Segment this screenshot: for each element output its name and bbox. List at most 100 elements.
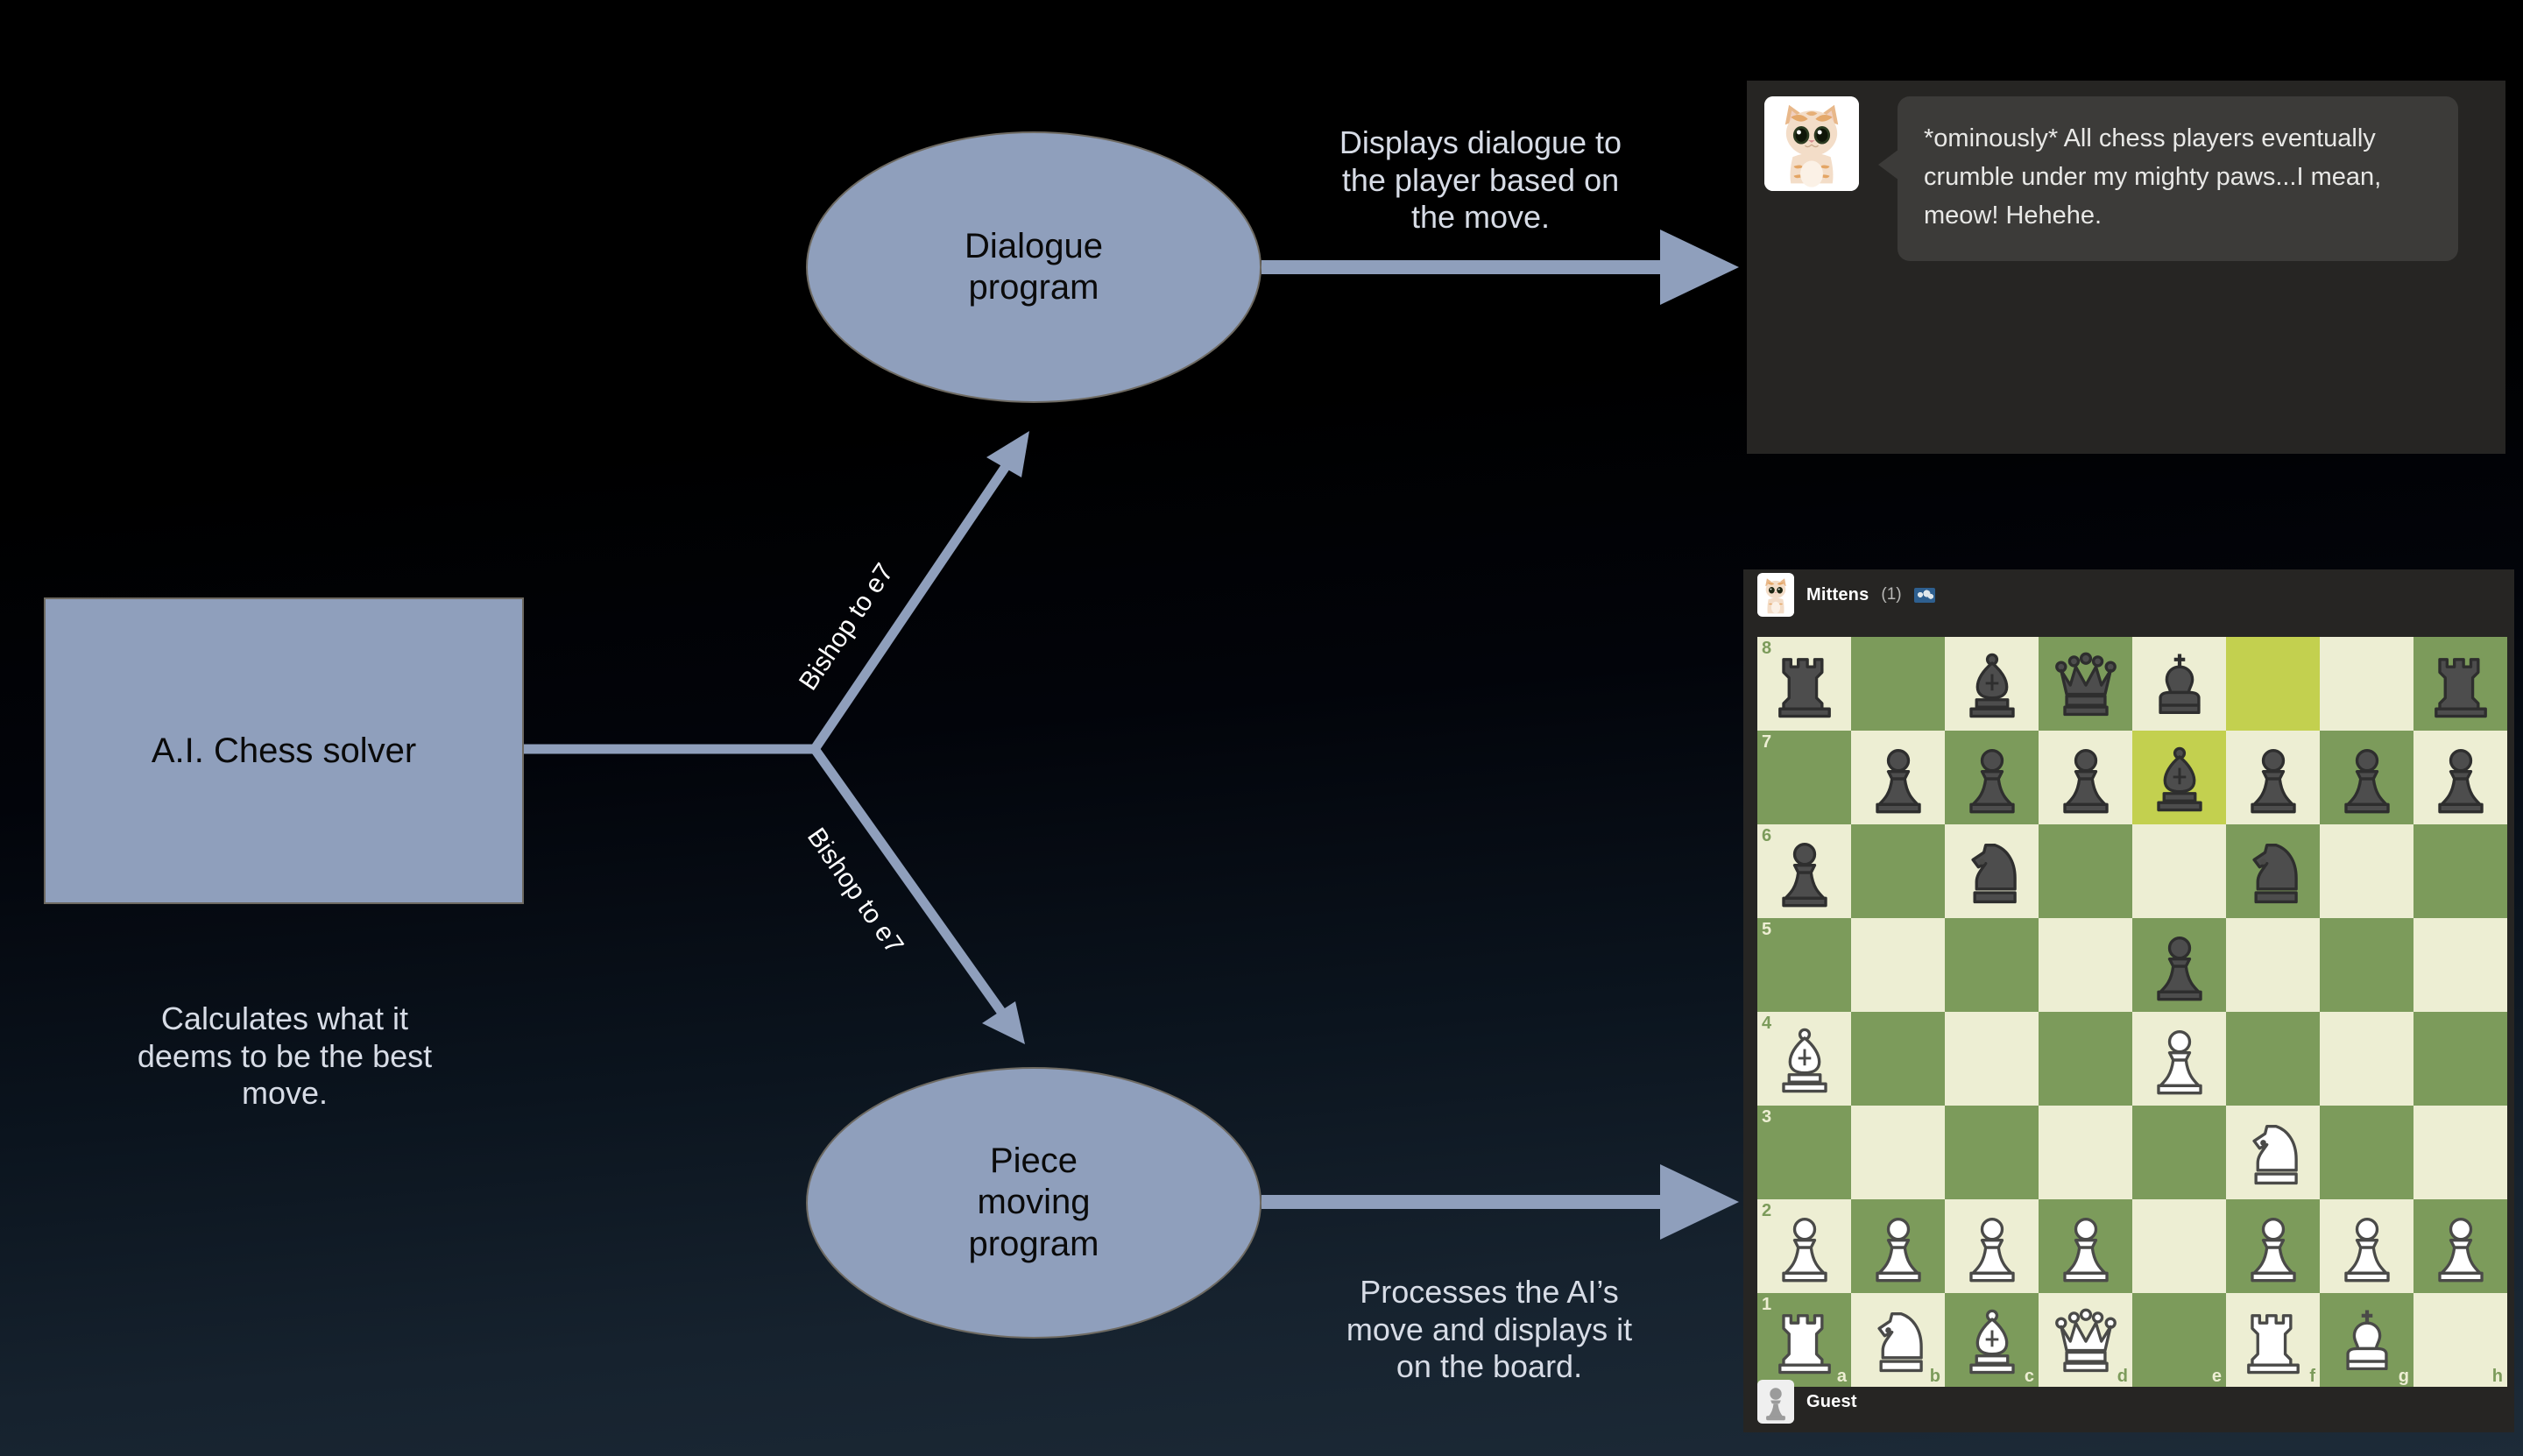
board-square-b7[interactable] (1851, 731, 1945, 824)
board-square-a4[interactable]: 4 (1757, 1012, 1851, 1106)
board-square-g2[interactable] (2320, 1199, 2413, 1293)
piece-br-h8[interactable] (2413, 637, 2507, 731)
board-square-a1[interactable]: 1a (1757, 1293, 1851, 1387)
piece-bp-e5[interactable] (2132, 918, 2226, 1012)
piece-wn-f3[interactable] (2226, 1106, 2320, 1199)
piece-wq-d1[interactable] (2039, 1293, 2132, 1387)
board-square-d7[interactable] (2039, 731, 2132, 824)
board-square-h5[interactable] (2413, 918, 2507, 1012)
board-square-d2[interactable] (2039, 1199, 2132, 1293)
node-piece-moving-program[interactable]: Piece moving program (806, 1067, 1262, 1339)
piece-wb-a4[interactable] (1757, 1012, 1851, 1106)
board-square-f2[interactable] (2226, 1199, 2320, 1293)
chess-board[interactable]: 87654321abcdefgh (1757, 637, 2507, 1387)
piece-bp-a6[interactable] (1757, 824, 1851, 918)
board-square-c3[interactable] (1945, 1106, 2039, 1199)
board-square-g5[interactable] (2320, 918, 2413, 1012)
node-dialogue-program[interactable]: Dialogue program (806, 131, 1262, 403)
board-square-e2[interactable] (2132, 1199, 2226, 1293)
piece-wp-c2[interactable] (1945, 1199, 2039, 1293)
board-square-e4[interactable] (2132, 1012, 2226, 1106)
board-square-e6[interactable] (2132, 824, 2226, 918)
board-square-c4[interactable] (1945, 1012, 2039, 1106)
bottom-player-name[interactable]: Guest (1806, 1392, 1857, 1412)
board-square-f6[interactable] (2226, 824, 2320, 918)
board-square-b8[interactable] (1851, 637, 1945, 731)
board-square-c5[interactable] (1945, 918, 2039, 1012)
board-square-b6[interactable] (1851, 824, 1945, 918)
piece-bn-c6[interactable] (1945, 824, 2039, 918)
board-square-d1[interactable]: d (2039, 1293, 2132, 1387)
piece-wp-b2[interactable] (1851, 1199, 1945, 1293)
board-square-d8[interactable] (2039, 637, 2132, 731)
piece-wk-g1[interactable] (2320, 1293, 2413, 1387)
piece-wp-a2[interactable] (1757, 1199, 1851, 1293)
piece-wp-f2[interactable] (2226, 1199, 2320, 1293)
board-square-h2[interactable] (2413, 1199, 2507, 1293)
board-square-d3[interactable] (2039, 1106, 2132, 1199)
piece-wr-f1[interactable] (2226, 1293, 2320, 1387)
piece-bn-f6[interactable] (2226, 824, 2320, 918)
piece-bp-d7[interactable] (2039, 731, 2132, 824)
board-square-e3[interactable] (2132, 1106, 2226, 1199)
board-square-e5[interactable] (2132, 918, 2226, 1012)
board-square-g3[interactable] (2320, 1106, 2413, 1199)
board-square-c8[interactable] (1945, 637, 2039, 731)
board-square-c7[interactable] (1945, 731, 2039, 824)
board-square-f7[interactable] (2226, 731, 2320, 824)
board-square-a3[interactable]: 3 (1757, 1106, 1851, 1199)
board-square-c6[interactable] (1945, 824, 2039, 918)
board-square-b4[interactable] (1851, 1012, 1945, 1106)
board-square-b2[interactable] (1851, 1199, 1945, 1293)
board-square-f1[interactable]: f (2226, 1293, 2320, 1387)
piece-bb-c8[interactable] (1945, 637, 2039, 731)
board-square-a7[interactable]: 7 (1757, 731, 1851, 824)
piece-bb-e7[interactable] (2132, 731, 2226, 824)
piece-wn-b1[interactable] (1851, 1293, 1945, 1387)
piece-bp-g7[interactable] (2320, 731, 2413, 824)
piece-bk-e8[interactable] (2132, 637, 2226, 731)
node-ai-chess-solver[interactable]: A.I. Chess solver (44, 597, 524, 904)
piece-wp-g2[interactable] (2320, 1199, 2413, 1293)
board-square-a6[interactable]: 6 (1757, 824, 1851, 918)
top-player-name[interactable]: Mittens (1806, 585, 1869, 605)
board-square-g1[interactable]: g (2320, 1293, 2413, 1387)
board-square-g6[interactable] (2320, 824, 2413, 918)
piece-wp-h2[interactable] (2413, 1199, 2507, 1293)
board-square-h8[interactable] (2413, 637, 2507, 731)
board-square-g7[interactable] (2320, 731, 2413, 824)
board-square-e1[interactable]: e (2132, 1293, 2226, 1387)
board-square-a8[interactable]: 8 (1757, 637, 1851, 731)
board-square-h7[interactable] (2413, 731, 2507, 824)
piece-bq-d8[interactable] (2039, 637, 2132, 731)
board-square-d5[interactable] (2039, 918, 2132, 1012)
board-square-f3[interactable] (2226, 1106, 2320, 1199)
board-square-b1[interactable]: b (1851, 1293, 1945, 1387)
piece-br-a8[interactable] (1757, 637, 1851, 731)
piece-bp-h7[interactable] (2413, 731, 2507, 824)
board-square-a2[interactable]: 2 (1757, 1199, 1851, 1293)
board-square-f4[interactable] (2226, 1012, 2320, 1106)
board-square-e8[interactable] (2132, 637, 2226, 731)
piece-wp-d2[interactable] (2039, 1199, 2132, 1293)
piece-wr-a1[interactable] (1757, 1293, 1851, 1387)
board-square-c2[interactable] (1945, 1199, 2039, 1293)
piece-wp-e4[interactable] (2132, 1012, 2226, 1106)
board-square-f5[interactable] (2226, 918, 2320, 1012)
board-square-b5[interactable] (1851, 918, 1945, 1012)
piece-bp-b7[interactable] (1851, 731, 1945, 824)
piece-wb-c1[interactable] (1945, 1293, 2039, 1387)
board-square-h4[interactable] (2413, 1012, 2507, 1106)
board-square-g8[interactable] (2320, 637, 2413, 731)
board-square-c1[interactable]: c (1945, 1293, 2039, 1387)
piece-bp-c7[interactable] (1945, 731, 2039, 824)
board-square-h6[interactable] (2413, 824, 2507, 918)
board-square-d4[interactable] (2039, 1012, 2132, 1106)
board-square-e7[interactable] (2132, 731, 2226, 824)
board-square-h1[interactable]: h (2413, 1293, 2507, 1387)
board-square-d6[interactable] (2039, 824, 2132, 918)
board-square-b3[interactable] (1851, 1106, 1945, 1199)
board-square-a5[interactable]: 5 (1757, 918, 1851, 1012)
board-square-g4[interactable] (2320, 1012, 2413, 1106)
piece-bp-f7[interactable] (2226, 731, 2320, 824)
